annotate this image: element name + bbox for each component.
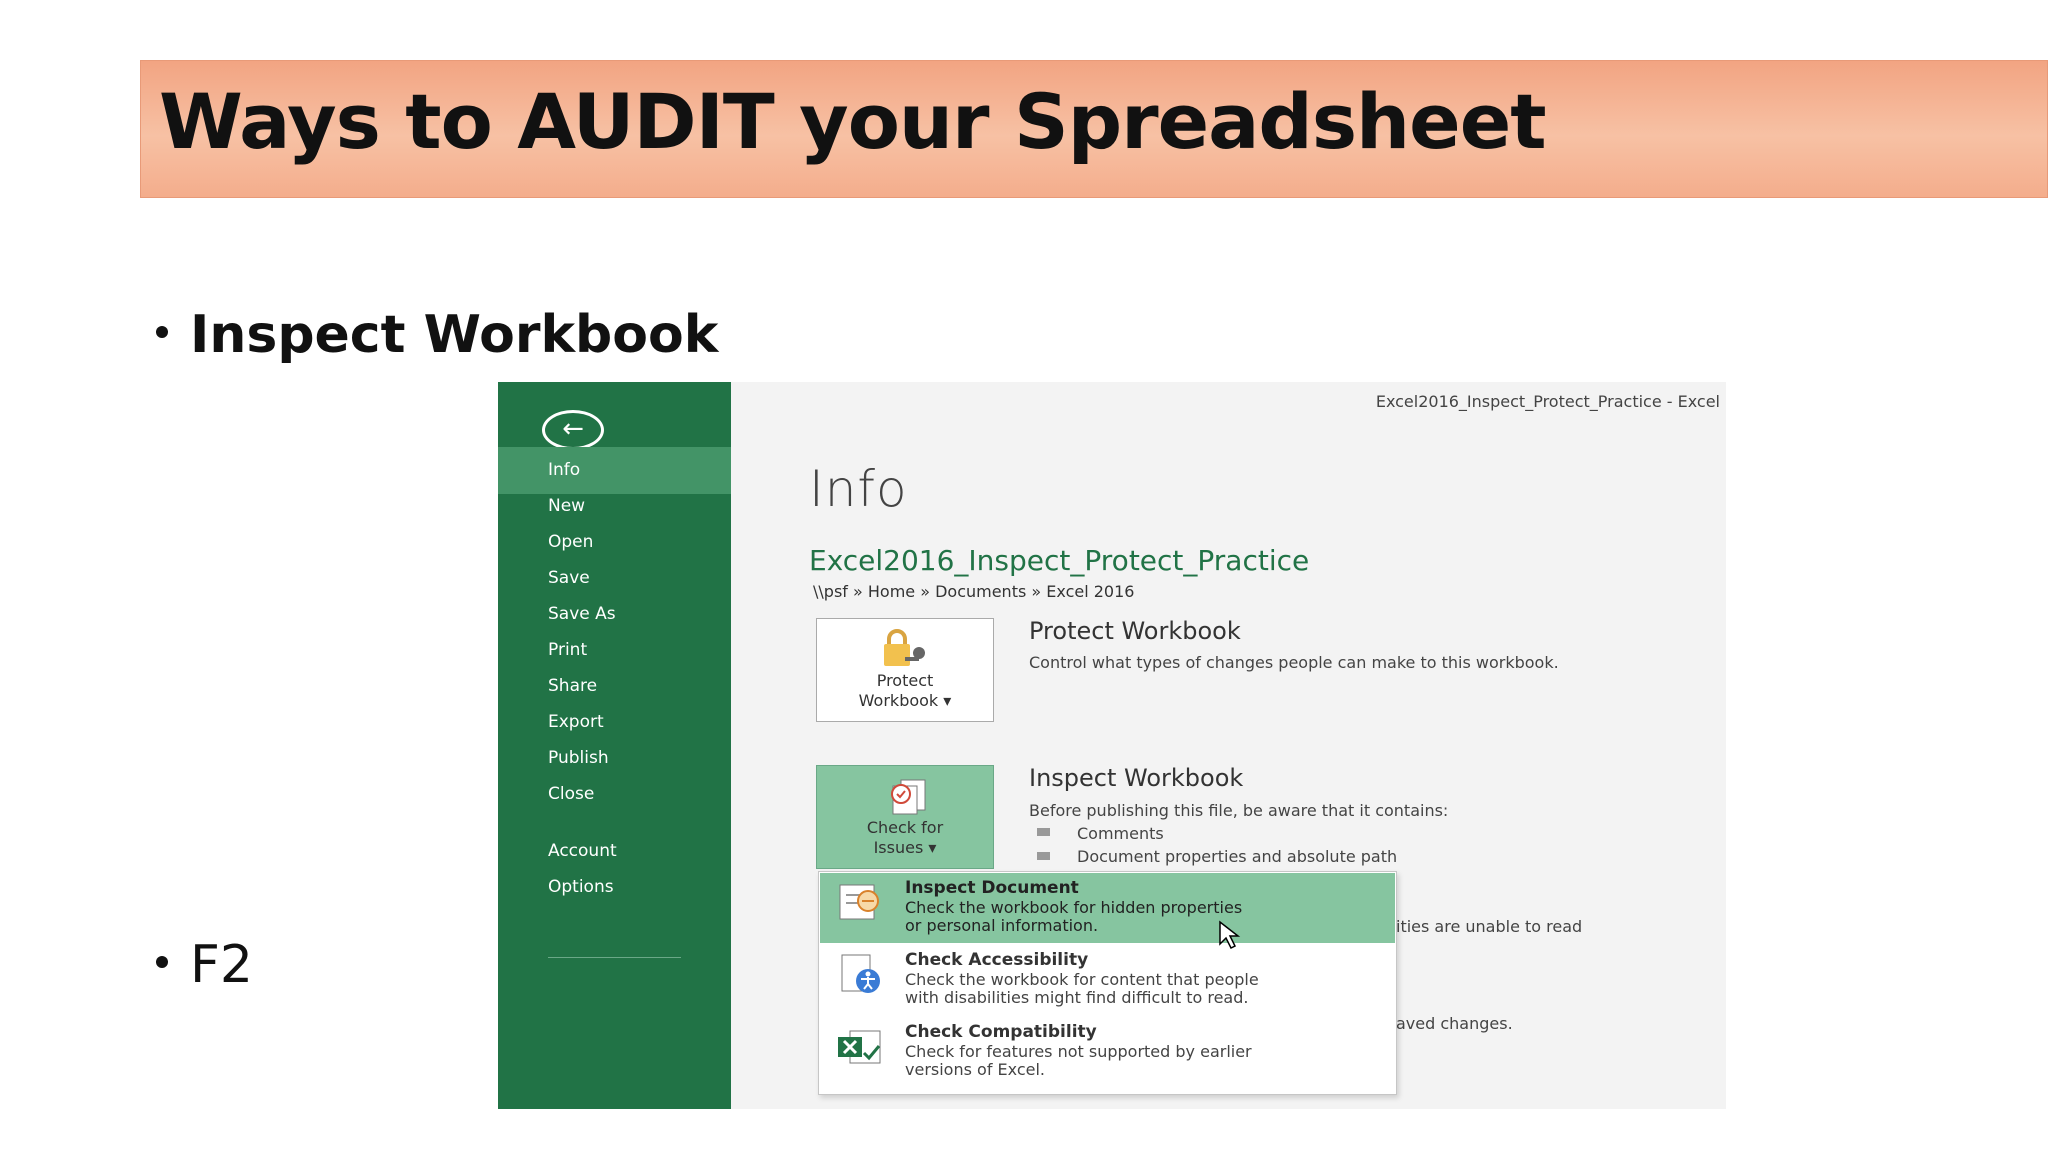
check-tile-label: Check for Issues ▾ <box>817 818 993 858</box>
menu-desc: Check for features not supported by earl… <box>905 1043 1365 1079</box>
menu-desc-line1: Check for features not supported by earl… <box>905 1042 1252 1061</box>
inspect-item-comments: Comments <box>1077 824 1164 843</box>
mouse-cursor-icon <box>1219 920 1241 950</box>
back-arrow-icon[interactable]: ← <box>542 410 604 450</box>
protect-tile-line2: Workbook ▾ <box>858 691 952 710</box>
inspect-heading: Inspect Workbook <box>1029 764 1244 792</box>
page-title: Info <box>809 460 908 518</box>
compatibility-icon <box>838 1030 881 1064</box>
bullet-text: F2 <box>190 935 253 995</box>
menu-desc-line1: Check the workbook for content that peop… <box>905 970 1259 989</box>
inspect-document-icon <box>839 884 879 920</box>
menu-title: Inspect Document <box>905 878 1079 898</box>
file-path: \\psf » Home » Documents » Excel 2016 <box>813 582 1135 601</box>
window-title: Excel2016_Inspect_Protect_Practice - Exc… <box>1375 392 1720 411</box>
check-issues-icon <box>891 779 926 815</box>
menu-desc-line2: versions of Excel. <box>905 1060 1045 1079</box>
excel-backstage-screenshot: ← Info New Open Save Save As Print Share… <box>498 382 1726 1109</box>
protect-tile-line1: Protect <box>876 671 934 690</box>
menu-item-check-compatibility[interactable]: Check Compatibility Check for features n… <box>820 1017 1395 1087</box>
check-tile-line1: Check for <box>866 818 944 837</box>
menu-desc-line2: or personal information. <box>905 916 1099 935</box>
menu-title: Check Accessibility <box>905 950 1089 970</box>
bullet-inspect-workbook: Inspect Workbook <box>156 305 718 365</box>
bullet-text: Inspect Workbook <box>190 305 719 365</box>
list-marker <box>1037 852 1050 860</box>
protect-desc: Control what types of changes people can… <box>1029 653 1559 672</box>
nav-item-close[interactable]: Close <box>498 771 731 818</box>
protect-tile-label: Protect Workbook ▾ <box>817 671 993 711</box>
file-name: Excel2016_Inspect_Protect_Practice <box>809 544 1310 577</box>
list-marker <box>1037 828 1050 836</box>
backstage-sidebar: ← Info New Open Save Save As Print Share… <box>498 382 731 1109</box>
partial-text-accessibility: ities are unable to read <box>1396 917 1583 936</box>
check-tile-line2: Issues ▾ <box>873 838 937 857</box>
menu-desc: Check the workbook for hidden properties… <box>905 899 1365 935</box>
menu-title: Check Compatibility <box>905 1022 1097 1042</box>
slide-title-banner: Ways to AUDIT your Spreadsheet <box>140 60 2048 198</box>
protect-heading: Protect Workbook <box>1029 617 1241 645</box>
nav-divider <box>548 957 681 958</box>
slide-title: Ways to AUDIT your Spreadsheet <box>159 77 1547 166</box>
menu-item-inspect-document[interactable]: Inspect Document Check the workbook for … <box>820 873 1395 943</box>
bullet-dot <box>156 326 168 338</box>
inspect-item-doc-properties: Document properties and absolute path <box>1077 847 1398 866</box>
menu-desc: Check the workbook for content that peop… <box>905 971 1365 1007</box>
accessibility-icon <box>841 954 880 993</box>
check-issues-dropdown: Inspect Document Check the workbook for … <box>818 871 1397 1095</box>
protect-workbook-button[interactable]: Protect Workbook ▾ <box>816 618 994 722</box>
bullet-f2: F2 <box>156 935 253 995</box>
inspect-desc: Before publishing this file, be aware th… <box>1029 801 1449 820</box>
lock-key-icon <box>884 629 925 666</box>
menu-desc-line1: Check the workbook for hidden properties <box>905 898 1243 917</box>
bullet-dot <box>156 956 168 968</box>
menu-desc-line2: with disabilities might find difficult t… <box>905 988 1249 1007</box>
nav-item-options[interactable]: Options <box>498 864 731 911</box>
check-for-issues-button[interactable]: Check for Issues ▾ <box>816 765 994 869</box>
partial-text-saved-changes: aved changes. <box>1396 1014 1513 1033</box>
menu-item-check-accessibility[interactable]: Check Accessibility Check the workbook f… <box>820 945 1395 1015</box>
